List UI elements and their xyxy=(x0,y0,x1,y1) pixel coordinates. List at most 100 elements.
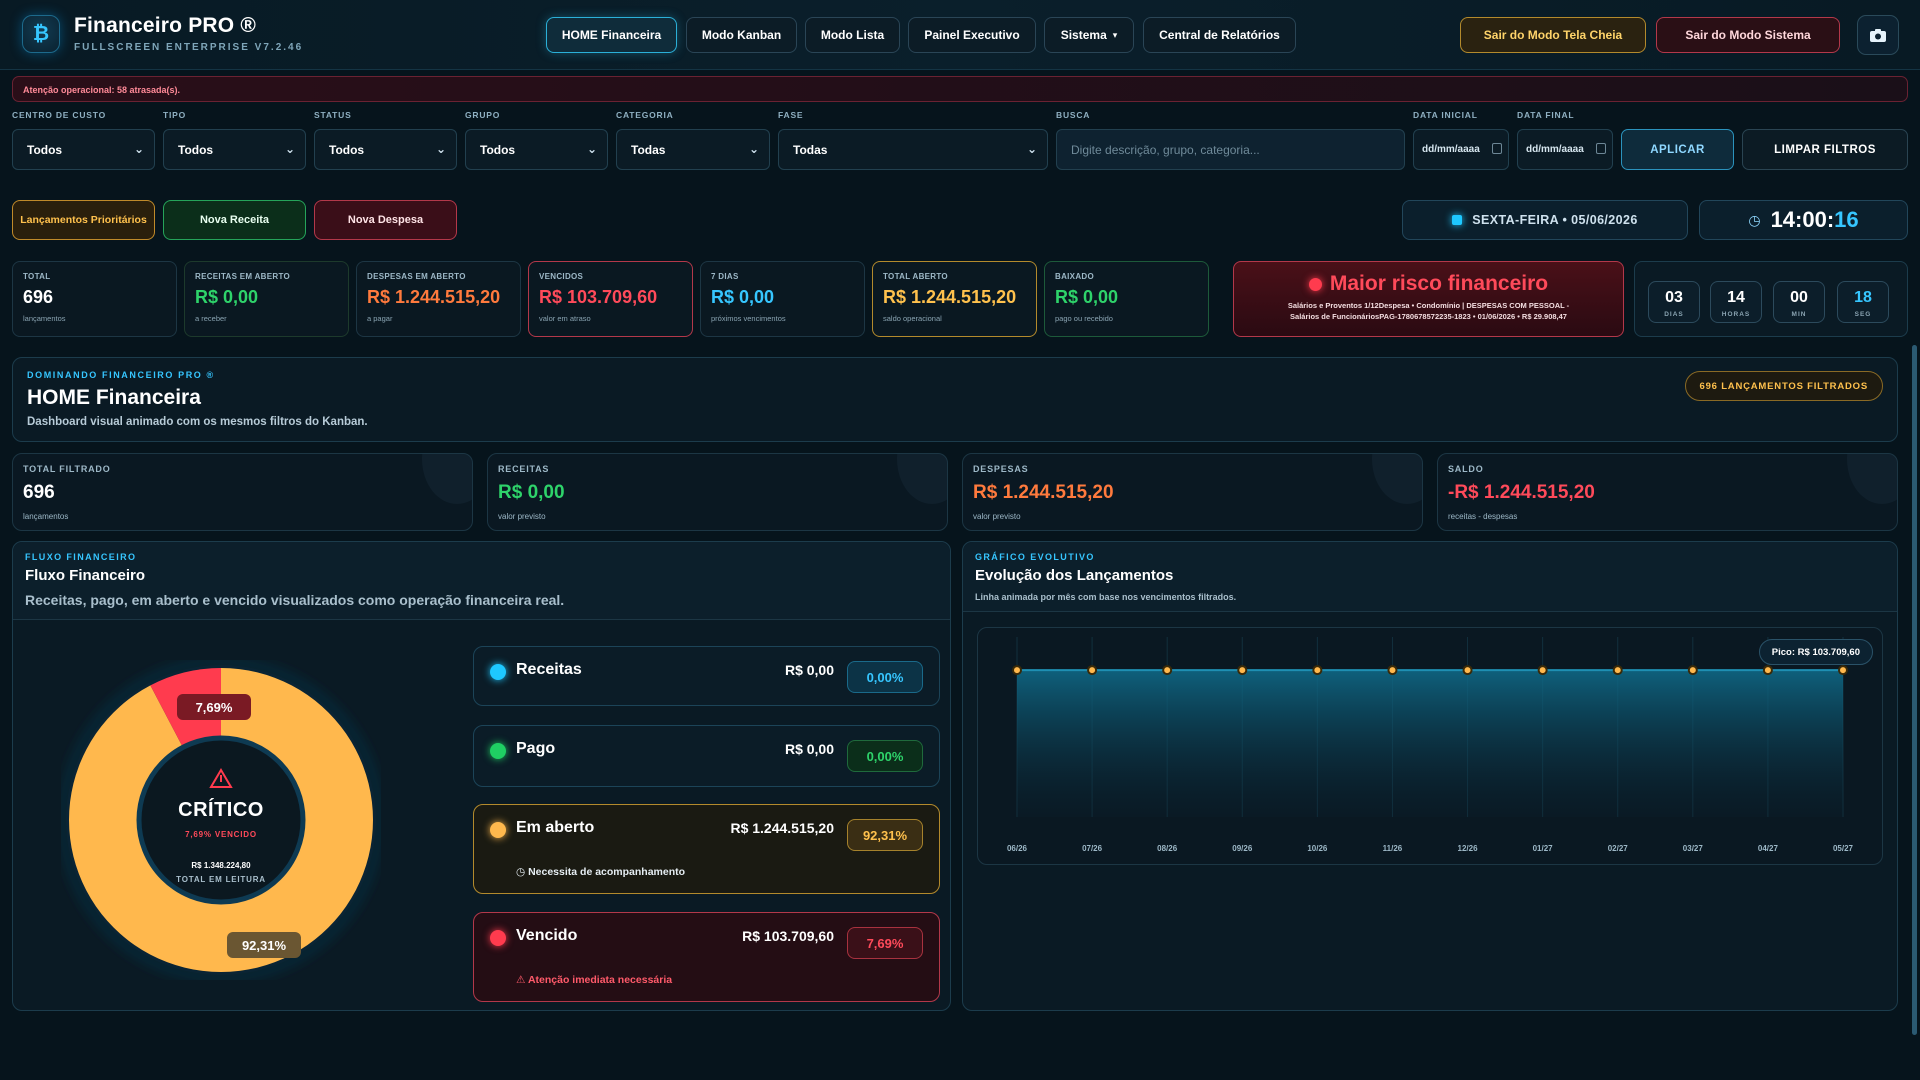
nav-modo-kanban[interactable]: Modo Kanban xyxy=(686,17,797,53)
data-point[interactable] xyxy=(1239,667,1246,674)
kpi-label: VENCIDOS xyxy=(539,272,584,281)
data-point[interactable] xyxy=(1164,667,1171,674)
apply-filters-button[interactable]: APLICAR xyxy=(1621,129,1734,170)
chevron-down-icon: ⌄ xyxy=(284,142,295,156)
filter-label-data-final: DATA FINAL xyxy=(1517,110,1575,120)
end-date-input[interactable]: dd/mm/aaaa xyxy=(1517,129,1613,170)
summary-sub: lançamentos xyxy=(23,512,69,521)
kpi-card[interactable]: BAIXADO R$ 0,00 pago ou recebido xyxy=(1044,261,1209,337)
new-expense-button[interactable]: Nova Despesa xyxy=(314,200,457,240)
filter-tipo-select[interactable]: Todos ⌄ xyxy=(163,129,306,170)
filter-status-select[interactable]: Todos ⌄ xyxy=(314,129,457,170)
filter-fase-select[interactable]: Todas ⌄ xyxy=(778,129,1048,170)
kpi-card[interactable]: 7 DIAS R$ 0,00 próximos vencimentos xyxy=(700,261,865,337)
exit-fullscreen-button[interactable]: Sair do Modo Tela Cheia xyxy=(1460,17,1646,53)
summary-label: SALDO xyxy=(1448,464,1484,474)
summary-card: TOTAL FILTRADO 696 lançamentos xyxy=(12,453,473,531)
kpi-card[interactable]: TOTAL 696 lançamentos xyxy=(12,261,177,337)
x-tick-label: 11/26 xyxy=(1383,844,1403,853)
x-tick-label: 01/27 xyxy=(1533,844,1554,853)
nav-modo-lista[interactable]: Modo Lista xyxy=(805,17,900,53)
risk-dot-icon xyxy=(1308,277,1322,291)
kpi-value: 696 xyxy=(23,287,54,307)
peak-badge: Pico: R$ 103.709,60 xyxy=(1758,639,1873,665)
filter-value: Todos xyxy=(480,143,516,157)
camera-icon xyxy=(1870,28,1886,42)
kpi-card[interactable]: VENCIDOS R$ 103.709,60 valor em atraso xyxy=(528,261,693,337)
donut-total-value: R$ 1.348.224,80 xyxy=(191,861,251,870)
nav-sistema-dropdown[interactable]: Sistema ▾ xyxy=(1044,17,1134,53)
kpi-card[interactable]: TOTAL ABERTO R$ 1.244.515,20 saldo operaci… xyxy=(872,261,1037,337)
flow-legend-card[interactable]: Pago R$ 0,00 0,00% xyxy=(473,725,940,787)
donut-label-vencido: 7,69% xyxy=(177,694,251,720)
filter-value: Todos xyxy=(178,143,214,157)
nav-central-relatorios[interactable]: Central de Relatórios xyxy=(1143,17,1296,53)
data-point[interactable] xyxy=(1840,667,1846,674)
legend-dot-icon xyxy=(490,664,506,680)
data-point[interactable] xyxy=(1014,667,1020,674)
nav-home-financeira[interactable]: HOME Financeira xyxy=(546,17,677,53)
biggest-risk-card[interactable]: Maior risco financeiro Salários e Proven… xyxy=(1233,261,1624,337)
search-input[interactable]: Digite descrição, grupo, categoria... xyxy=(1056,129,1405,170)
risk-detail-line2: Salários de FuncionáriosPAG-178067857223… xyxy=(1290,312,1567,321)
filter-value: Todos xyxy=(27,143,63,157)
filter-grupo-select[interactable]: Todos ⌄ xyxy=(465,129,608,170)
clock-icon: ◷ xyxy=(1748,211,1761,228)
priority-entries-button[interactable]: Lançamentos Prioritários xyxy=(12,200,155,240)
flow-title: Fluxo Financeiro xyxy=(25,567,146,584)
countdown-number: 03 xyxy=(1665,289,1683,306)
summary-value: -R$ 1.244.515,20 xyxy=(1448,482,1595,503)
x-tick-label: 10/26 xyxy=(1307,844,1328,853)
kpi-card[interactable]: DESPESAS EM ABERTO R$ 1.244.515,20 a pagar xyxy=(356,261,521,337)
legend-percent: 0,00% xyxy=(847,661,923,693)
hero-description: Dashboard visual animado com os mesmos f… xyxy=(27,416,368,428)
countdown-unit: 00 MIN xyxy=(1773,281,1825,323)
evolution-area-chart: 06/26 07/26 08/26 09/26 10/26 11/26 12/26 01/27… xyxy=(1007,637,1854,853)
countdown-unit-label: HORAS xyxy=(1721,311,1751,318)
summary-value: R$ 1.244.515,20 xyxy=(973,482,1114,503)
clear-filters-button[interactable]: LIMPAR FILTROS xyxy=(1742,129,1908,170)
filter-centro-custo-select[interactable]: Todos ⌄ xyxy=(12,129,155,170)
filter-label-grupo: GRUPO xyxy=(465,110,501,120)
kpi-card[interactable]: RECEITAS EM ABERTO R$ 0,00 a receber xyxy=(184,261,349,337)
x-tick-label: 08/26 xyxy=(1157,844,1178,853)
data-point[interactable] xyxy=(1389,667,1396,674)
flow-description: Receitas, pago, em aberto e vencido visu… xyxy=(25,592,565,608)
kpi-label: BAIXADO xyxy=(1055,272,1094,281)
current-date-display: SEXTA-FEIRA • 05/06/2026 xyxy=(1402,200,1688,240)
legend-name: Em aberto xyxy=(516,819,595,836)
donut-label-em-aberto: 92,31% xyxy=(227,932,301,958)
filter-categoria-select[interactable]: Todas ⌄ xyxy=(616,129,770,170)
chevron-down-icon: ⌄ xyxy=(133,142,144,156)
flow-legend-card[interactable]: Receitas R$ 0,00 0,00% xyxy=(473,646,940,706)
nav-sistema-label: Sistema xyxy=(1060,28,1107,42)
countdown-number: 00 xyxy=(1790,289,1808,306)
countdown-unit: 14 HORAS xyxy=(1710,281,1762,323)
start-date-input[interactable]: dd/mm/aaaa xyxy=(1413,129,1509,170)
flow-legend-card[interactable]: Vencido R$ 103.709,60 7,69% ⚠ Atenção imedi… xyxy=(473,912,940,1002)
nav-painel-executivo[interactable]: Painel Executivo xyxy=(908,17,1036,53)
data-point[interactable] xyxy=(1764,667,1771,674)
kpi-sub: a receber xyxy=(195,314,227,323)
flow-legend-card[interactable]: Em aberto R$ 1.244.515,20 92,31% ◷ Necessit… xyxy=(473,804,940,894)
exit-system-button[interactable]: Sair do Modo Sistema xyxy=(1656,17,1840,53)
chevron-down-icon: ⌄ xyxy=(748,142,759,156)
legend-name: Pago xyxy=(516,740,556,757)
filter-value: Todas xyxy=(793,143,828,157)
x-tick-label: 06/26 xyxy=(1007,844,1028,853)
clock-hours-minutes: 14:00: xyxy=(1770,207,1835,232)
data-point[interactable] xyxy=(1464,667,1471,674)
data-point[interactable] xyxy=(1089,667,1096,674)
summary-card: DESPESAS R$ 1.244.515,20 valor previsto xyxy=(962,453,1423,531)
data-point[interactable] xyxy=(1614,667,1621,674)
donut-total-label: TOTAL EM LEITURA xyxy=(176,875,266,884)
data-point[interactable] xyxy=(1689,667,1696,674)
x-tick-label: 04/27 xyxy=(1758,844,1779,853)
camera-button[interactable] xyxy=(1857,15,1899,55)
new-income-button[interactable]: Nova Receita xyxy=(163,200,306,240)
data-point[interactable] xyxy=(1314,667,1321,674)
scrollbar-thumb[interactable] xyxy=(1912,345,1917,1035)
data-point[interactable] xyxy=(1539,667,1546,674)
operational-alert: Atenção operacional: 58 atrasada(s). xyxy=(12,76,1908,102)
bitcoin-logo-icon: ₿ xyxy=(22,15,60,53)
